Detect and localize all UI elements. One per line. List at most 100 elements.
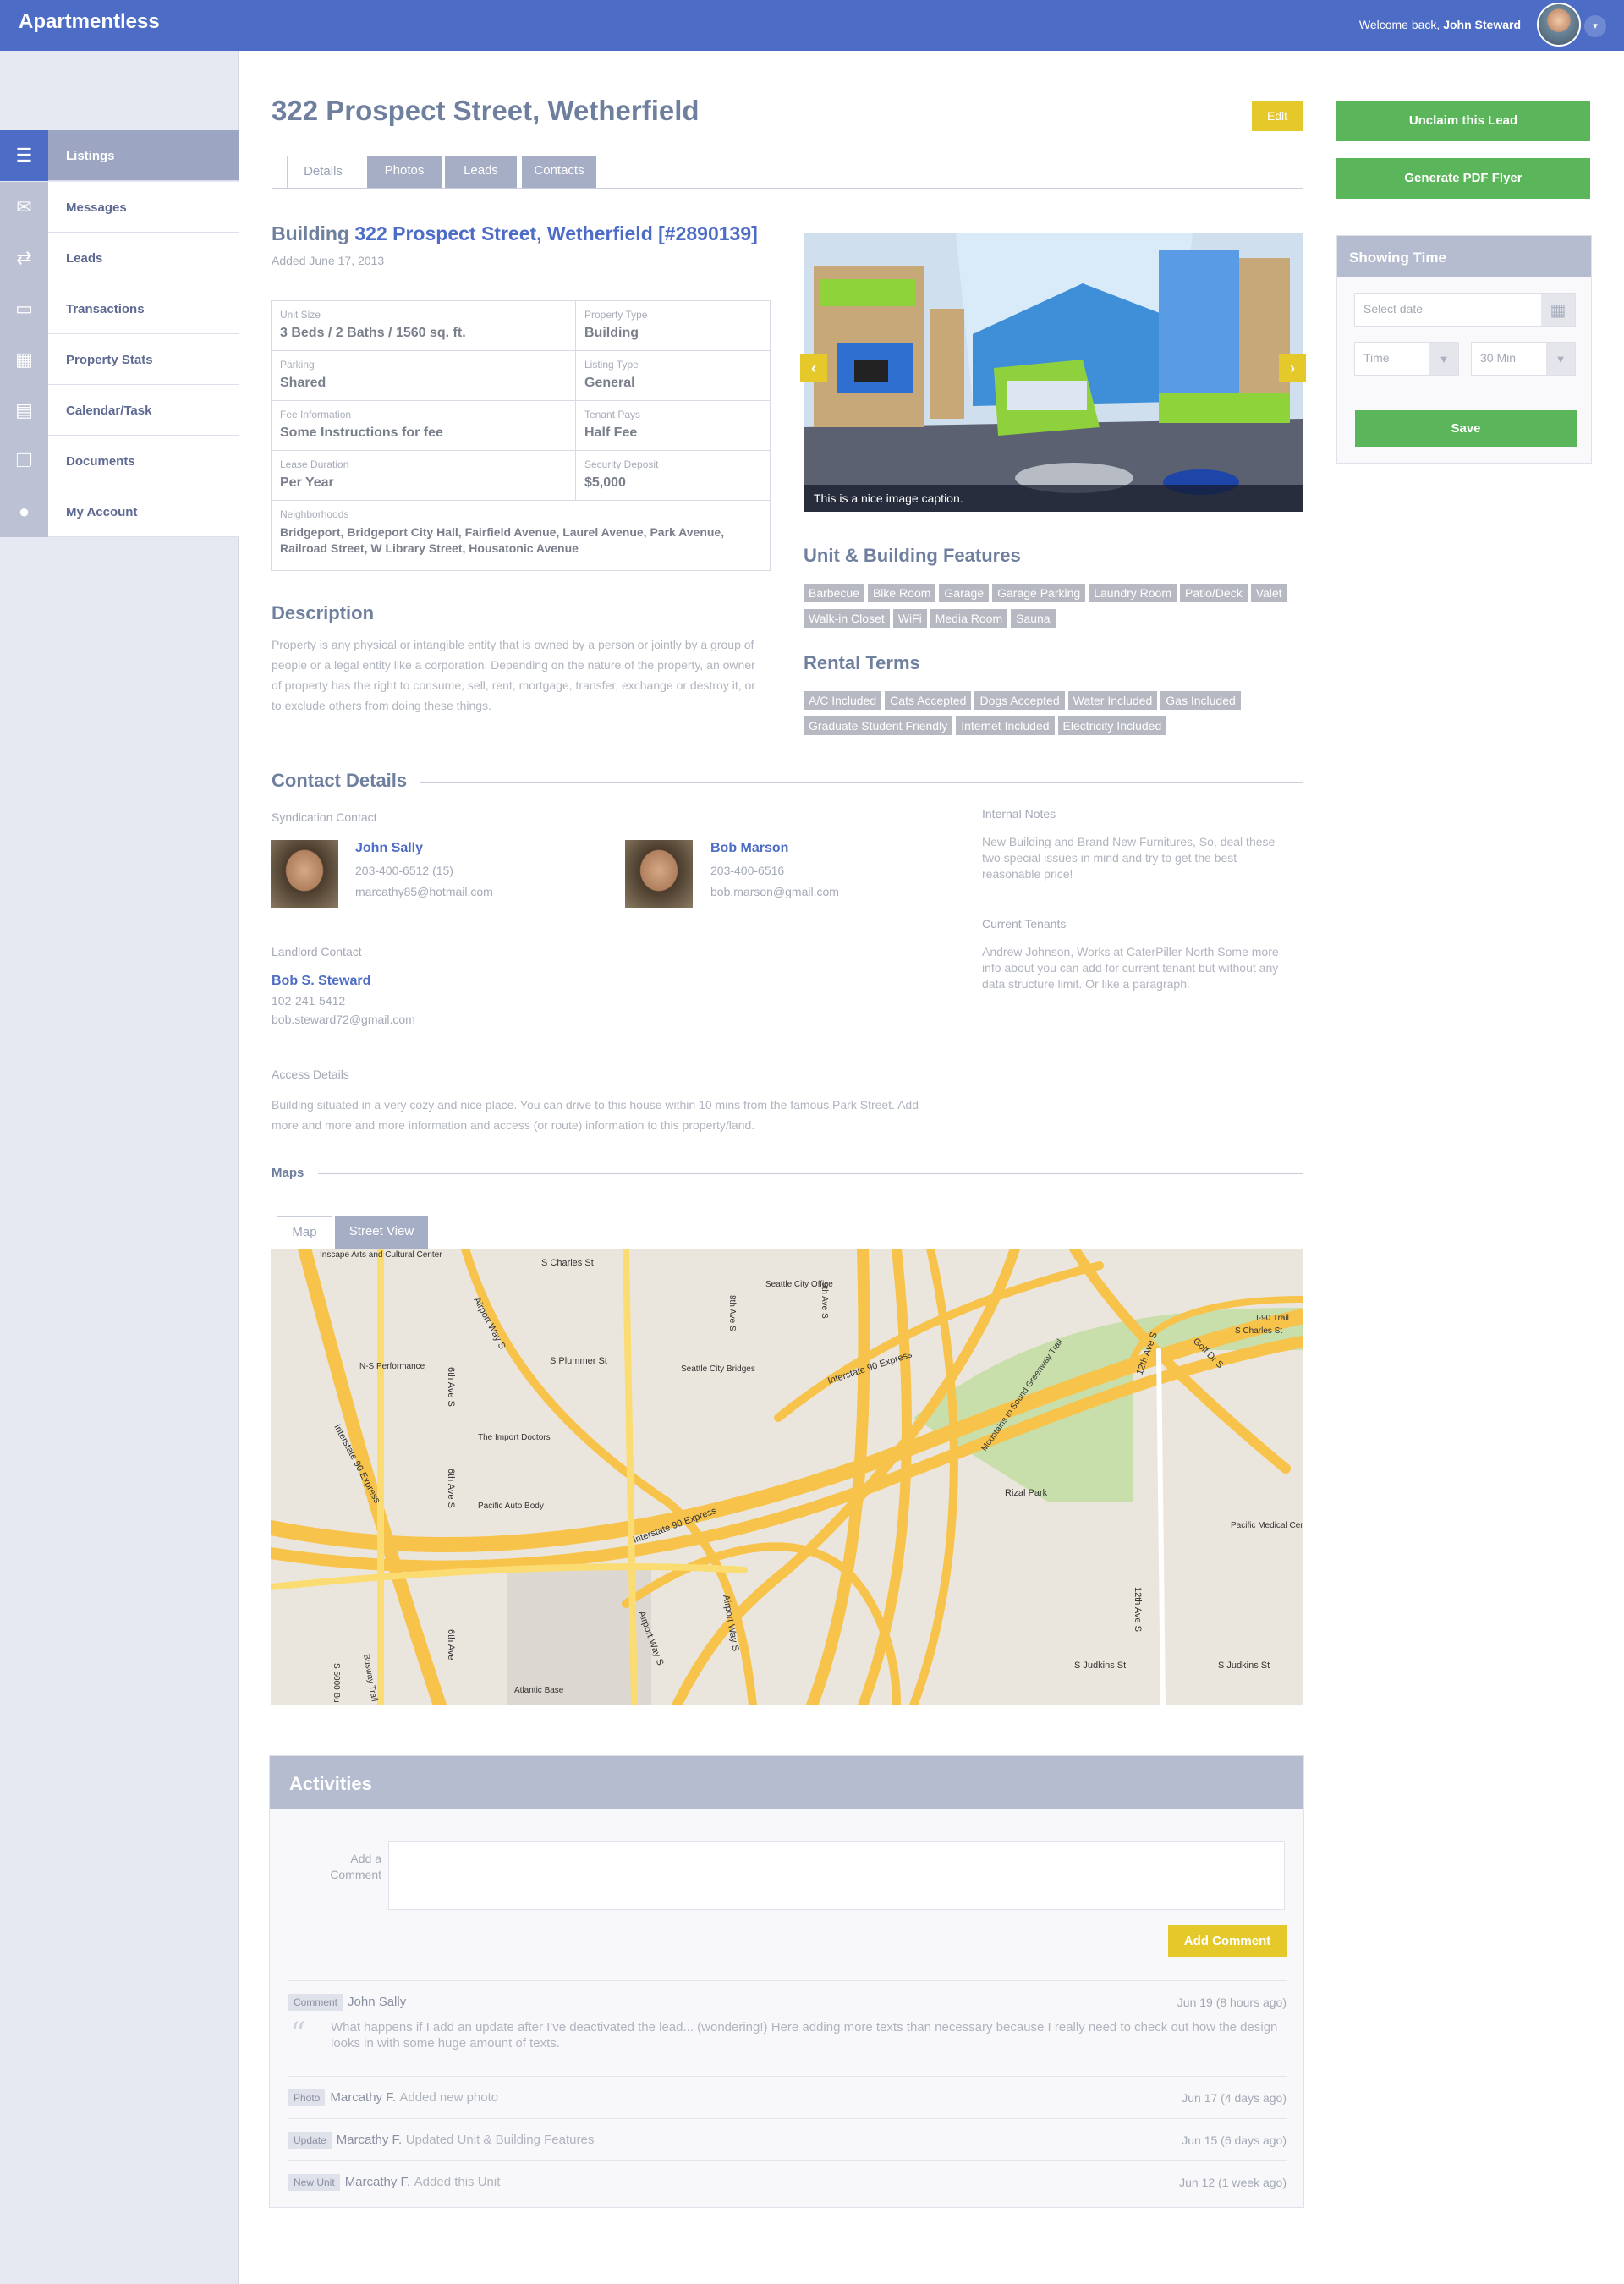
sidebar-item-documents[interactable]: ❐ Documents	[0, 436, 239, 486]
chevron-down-icon[interactable]: ▾	[1584, 15, 1606, 37]
activity-author[interactable]: John Sally	[348, 1995, 406, 2009]
contact-name[interactable]: Bob S. Steward	[272, 974, 415, 989]
activity-author[interactable]: Marcathy F.	[330, 2090, 396, 2105]
sidebar-item-messages[interactable]: ✉ Messages	[0, 182, 239, 233]
time-select[interactable]: Time ▼	[1354, 342, 1459, 376]
activity-badge: Comment	[288, 1994, 343, 2011]
building-name[interactable]: 322 Prospect Street, Wetherfield [#28901…	[354, 222, 757, 244]
access-label: Access Details	[272, 1068, 349, 1081]
prop-value: Per Year	[280, 475, 334, 490]
unclaim-lead-button[interactable]: Unclaim this Lead	[1336, 101, 1590, 141]
calendar-icon[interactable]: ▦	[1541, 294, 1575, 326]
sidebar-item-listings[interactable]: ☰ Listings	[0, 130, 239, 181]
map-label: S Charles St	[1235, 1326, 1282, 1336]
envelope-icon: ✉	[0, 182, 48, 233]
edit-button[interactable]: Edit	[1252, 101, 1303, 131]
landlord-label: Landlord Contact	[272, 945, 362, 958]
chevron-right-icon[interactable]: ›	[1279, 354, 1306, 382]
contact-email[interactable]: bob.marson@gmail.com	[710, 885, 839, 898]
app-logo[interactable]: Apartmentless	[19, 10, 160, 34]
contact-name[interactable]: John Sally	[355, 841, 493, 856]
user-name[interactable]: John Steward	[1443, 18, 1521, 31]
rental-terms-title: Rental Terms	[804, 652, 920, 673]
description-text: Property is any physical or intangible e…	[272, 638, 755, 712]
chevron-down-icon: ▼	[1546, 343, 1575, 375]
chevron-left-icon[interactable]: ‹	[800, 354, 827, 382]
save-button[interactable]: Save	[1355, 410, 1577, 447]
activity-head: Update Marcathy F. Updated Unit & Buildin…	[288, 2132, 594, 2149]
contact-name[interactable]: Bob Marson	[710, 841, 839, 856]
comment-textarea[interactable]	[388, 1841, 1285, 1910]
prop-key: Neighborhoods	[280, 508, 349, 520]
sidebar-item-transactions[interactable]: ▭ Transactions	[0, 283, 239, 334]
building-prefix: Building	[272, 222, 355, 244]
prop-value: $5,000	[584, 475, 626, 490]
time-placeholder: Time	[1363, 351, 1390, 365]
current-tenants-text: Andrew Johnson, Works at CaterPiller Nor…	[982, 945, 1279, 991]
activity-text: Updated Unit & Building Features	[405, 2133, 595, 2147]
tab-street-view[interactable]: Street View	[335, 1216, 428, 1249]
contact-email[interactable]: marcathy85@hotmail.com	[355, 885, 493, 898]
activity-item: Update Marcathy F. Updated Unit & Buildin…	[288, 2118, 1287, 2160]
add-comment-button[interactable]: Add Comment	[1168, 1925, 1287, 1957]
prop-value: Some Instructions for fee	[280, 426, 443, 440]
map-label: The Import Doctors	[478, 1433, 551, 1442]
bar-chart-icon: ▦	[0, 334, 48, 385]
rental-tags: A/C Included Cats Accepted Dogs Accepted Wa…	[804, 691, 1311, 742]
user-avatar[interactable]	[1537, 3, 1581, 47]
quote-icon: “	[290, 2017, 306, 2051]
prop-value: Half Fee	[584, 426, 638, 440]
select-date-input[interactable]: Select date ▦	[1354, 293, 1576, 327]
activity-text: Added new photo	[399, 2090, 499, 2105]
top-bar: Apartmentless Welcome back, John Steward…	[0, 0, 1624, 51]
map-label: 8th Ave S	[727, 1295, 737, 1331]
contact-email[interactable]: bob.steward72@gmail.com	[272, 1013, 415, 1026]
tab-map[interactable]: Map	[277, 1216, 332, 1249]
sidebar-item-leads[interactable]: ⇄ Leads	[0, 233, 239, 283]
sidebar-item-label: Messages	[66, 200, 127, 215]
documents-icon: ❐	[0, 436, 48, 486]
description-title: Description	[272, 602, 375, 623]
duration-select[interactable]: 30 Min ▼	[1471, 342, 1576, 376]
list-icon: ☰	[0, 130, 48, 181]
room-image	[804, 233, 1303, 512]
map-label: 9th Ave S	[820, 1282, 829, 1319]
prop-tenant-pays: Tenant Pays Half Fee	[576, 401, 770, 451]
money-icon: ▭	[0, 283, 48, 334]
rental-tag: Cats Accepted	[885, 691, 972, 710]
feature-tag: Sauna	[1011, 609, 1056, 628]
sidebar-item-property-stats[interactable]: ▦ Property Stats	[0, 334, 239, 385]
sidebar-item-my-account[interactable]: ● My Account	[0, 486, 239, 537]
date-placeholder: Select date	[1363, 302, 1424, 316]
tab-details[interactable]: Details	[287, 156, 359, 188]
location-map[interactable]: Interstate 90 Express Interstate 90 Expr…	[271, 1249, 1303, 1705]
contact-phone: 203-400-6516	[710, 864, 785, 877]
sidebar-item-label: Listings	[66, 149, 115, 163]
activity-author[interactable]: Marcathy F.	[337, 2133, 403, 2147]
prop-value: Building	[584, 326, 639, 340]
listing-photo[interactable]	[804, 233, 1303, 512]
tab-leads[interactable]: Leads	[445, 156, 517, 188]
rental-tag: Gas Included	[1160, 691, 1241, 710]
sidebar-item-label: Property Stats	[66, 353, 153, 367]
showing-time-panel: Showing Time Select date ▦ Time ▼ 30 Min ▼ …	[1336, 235, 1592, 464]
map-label: 12th Ave S	[1133, 1587, 1143, 1632]
avatar	[625, 840, 693, 908]
activity-author[interactable]: Marcathy F.	[345, 2175, 411, 2189]
sidebar-item-calendar[interactable]: ▤ Calendar/Task	[0, 385, 239, 436]
prop-listing-type: Listing Type General	[576, 351, 770, 401]
activity-badge: Update	[288, 2132, 332, 2149]
prop-key: Unit Size	[280, 309, 321, 321]
feature-tag: Media Room	[930, 609, 1008, 628]
tab-contacts[interactable]: Contacts	[522, 156, 596, 188]
prop-neighborhoods: Neighborhoods Bridgeport, Bridgeport City…	[272, 501, 770, 570]
features-title: Unit & Building Features	[804, 545, 1021, 566]
rental-tag: Internet Included	[956, 716, 1055, 735]
prop-lease-duration: Lease Duration Per Year	[272, 451, 576, 501]
activities-title: Activities	[270, 1756, 1303, 1809]
map-label: 6th Ave S	[446, 1367, 456, 1407]
feature-tag: Garage Parking	[992, 584, 1086, 602]
internal-notes-text: New Building and Brand New Furnitures, S…	[982, 835, 1276, 881]
generate-pdf-button[interactable]: Generate PDF Flyer	[1336, 158, 1590, 199]
tab-photos[interactable]: Photos	[367, 156, 442, 188]
